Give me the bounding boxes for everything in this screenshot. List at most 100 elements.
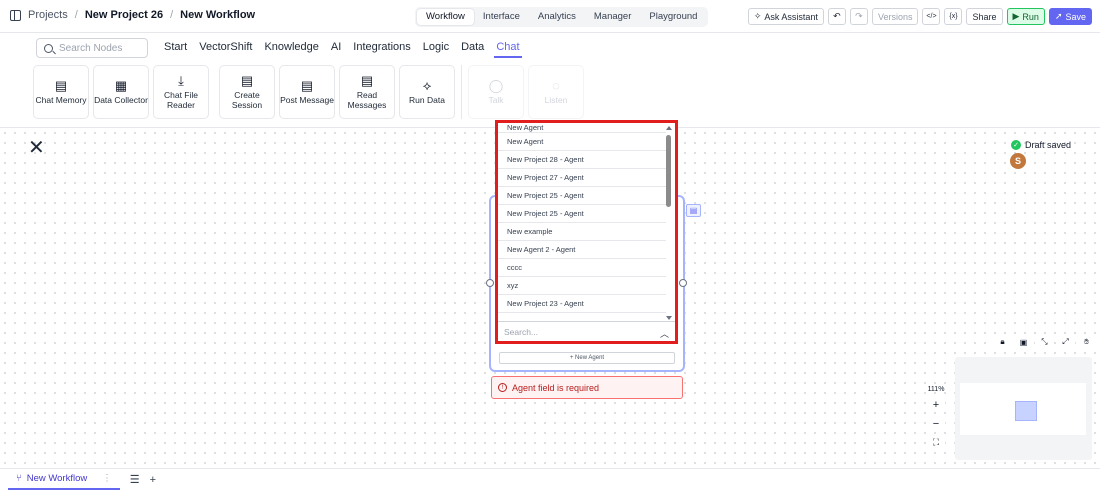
node-run-data[interactable]: ⟡ Run Data [399, 65, 455, 119]
category-knowledge[interactable]: Knowledge [264, 41, 318, 53]
category-integrations[interactable]: Integrations [353, 41, 410, 53]
breadcrumb-projects[interactable]: Projects [28, 9, 68, 21]
breadcrumb-workflow[interactable]: New Workflow [180, 9, 255, 21]
variables-icon: {x} [949, 13, 958, 20]
tab-manager[interactable]: Manager [585, 9, 641, 25]
minimap-toggle-icon[interactable]: ▣ [1014, 334, 1033, 350]
scroll-thumb[interactable] [666, 135, 671, 207]
node-post-message[interactable]: ▤ Post Message [279, 65, 335, 119]
alert-icon: ! [498, 383, 507, 392]
zoom-out-button[interactable]: − [927, 416, 945, 431]
new-agent-button[interactable]: + New Agent [499, 352, 675, 364]
dropdown-scrollbar[interactable] [666, 126, 672, 320]
search-nodes-input[interactable]: Search Nodes [36, 38, 148, 58]
lock-icon[interactable]: 🔒︎ [993, 334, 1012, 350]
tab-analytics[interactable]: Analytics [529, 9, 585, 25]
agent-option[interactable]: xyz [498, 277, 666, 295]
breadcrumb-separator: / [74, 9, 78, 21]
breadcrumb-separator: / [170, 9, 174, 21]
agent-option[interactable]: New Project 25 - Agent [498, 205, 666, 223]
node-label: Data Collector [94, 95, 148, 105]
agent-option[interactable]: New Agent 2 - Agent [498, 241, 666, 259]
expand-icon[interactable]: ⤢ [1056, 334, 1075, 350]
agent-dropdown: New Agent New Agent New Project 28 - Age… [495, 120, 678, 344]
share-button[interactable]: Share [966, 8, 1003, 25]
node-create-session[interactable]: ▤ Create Session [219, 65, 275, 119]
versions-button[interactable]: Versions [871, 8, 919, 25]
code-button[interactable]: </> [922, 8, 941, 25]
talk-icon: ◯ [488, 78, 504, 93]
node-chat-memory[interactable]: ▤ Chat Memory [33, 65, 89, 119]
palette-divider [461, 65, 462, 119]
category-logic[interactable]: Logic [423, 41, 449, 53]
save-button[interactable]: ➚ Save [1048, 8, 1092, 25]
list-icon[interactable]: ☰ [130, 473, 140, 486]
workflow-tab[interactable]: ⑂ New Workflow ⋮ [8, 470, 120, 490]
check-circle-icon: ✓ [1011, 140, 1021, 150]
hand-icon[interactable]: ✋︎ [1077, 334, 1096, 350]
agent-search-input[interactable]: Search... ︿ [498, 321, 675, 341]
category-data[interactable]: Data [461, 41, 484, 53]
close-icon[interactable]: ✕ [28, 138, 45, 158]
agent-search-placeholder: Search... [504, 326, 539, 337]
ask-assistant-button[interactable]: ✧ Ask Assistant [747, 8, 824, 25]
node-chat-file-reader[interactable]: ⤓ Chat File Reader [153, 65, 209, 119]
search-nodes-placeholder: Search Nodes [59, 42, 123, 54]
node-read-messages[interactable]: ▤ Read Messages [339, 65, 395, 119]
sidebar-toggle-icon[interactable] [10, 9, 21, 21]
tab-interface[interactable]: Interface [474, 9, 529, 25]
agent-option[interactable]: New example [498, 223, 666, 241]
ear-icon: ◌ [552, 78, 560, 93]
chat-icon: ▤ [240, 73, 254, 88]
agent-error-text: Agent field is required [512, 382, 600, 393]
category-start[interactable]: Start [164, 41, 187, 53]
node-label: Create Session [231, 90, 263, 110]
agent-option[interactable]: New Project 23 - Agent [498, 295, 666, 313]
agent-option[interactable]: New Agent [498, 123, 666, 133]
agent-option[interactable]: cccc [498, 259, 666, 277]
input-handle[interactable] [486, 279, 494, 287]
tab-workflow[interactable]: Workflow [417, 9, 474, 25]
node-label: Chat File Reader [163, 90, 198, 110]
agent-option-list: New Agent New Agent New Project 28 - Age… [498, 123, 666, 313]
output-handle[interactable] [679, 279, 687, 287]
rocket-icon: ➚ [1054, 11, 1063, 21]
node-data-collector[interactable]: ▦ Data Collector [93, 65, 149, 119]
header-actions: ✧ Ask Assistant ↶ ↷ Versions </> {x} Sha… [747, 8, 1092, 25]
redo-button[interactable]: ↷ [849, 8, 868, 25]
node-palette: ▤ Chat Memory ▦ Data Collector ⤓ Chat Fi… [33, 65, 584, 119]
agent-option[interactable]: New Project 25 - Agent [498, 187, 666, 205]
avatar[interactable]: S [1010, 153, 1026, 169]
minimap[interactable] [955, 357, 1092, 460]
agent-error-message: ! Agent field is required [491, 376, 683, 399]
search-icon [44, 43, 53, 53]
play-icon: ▶ [1012, 11, 1020, 21]
fit-view-button[interactable]: ⛶ [927, 435, 945, 450]
scroll-up-icon[interactable] [666, 126, 672, 130]
collapse-icon[interactable]: ⤡ [1035, 334, 1054, 350]
node-settings-icon[interactable]: ▤ [686, 204, 701, 217]
scroll-down-icon[interactable] [666, 316, 672, 320]
node-talk[interactable]: ◯ Talk [468, 65, 524, 119]
breadcrumb-project[interactable]: New Project 26 [85, 9, 163, 21]
agent-option[interactable]: New Agent [498, 133, 666, 151]
category-vectorshift[interactable]: VectorShift [199, 41, 252, 53]
variables-button[interactable]: {x} [944, 8, 963, 25]
tab-playground[interactable]: Playground [640, 9, 706, 25]
category-chat[interactable]: Chat [494, 41, 522, 58]
message-icon: ▤ [300, 78, 314, 93]
draft-status-label: Draft saved [1025, 140, 1072, 150]
node-listen[interactable]: ◌ Listen [528, 65, 584, 119]
category-ai[interactable]: AI [331, 41, 341, 53]
agent-option[interactable]: New Project 28 - Agent [498, 151, 666, 169]
data-collector-icon: ▦ [114, 78, 128, 93]
zoom-in-button[interactable]: + [927, 397, 945, 412]
message-read-icon: ▤ [360, 73, 374, 88]
agent-option[interactable]: New Project 27 - Agent [498, 169, 666, 187]
undo-button[interactable]: ↶ [827, 8, 846, 25]
chevron-up-icon[interactable]: ︿ [660, 327, 669, 340]
add-workflow-icon[interactable]: + [150, 474, 156, 486]
canvas-view-tools: 🔒︎ ▣ ⤡ ⤢ ✋︎ [993, 334, 1096, 350]
run-button[interactable]: ▶ Run [1006, 8, 1045, 25]
more-icon[interactable]: ⋮ [102, 473, 112, 484]
